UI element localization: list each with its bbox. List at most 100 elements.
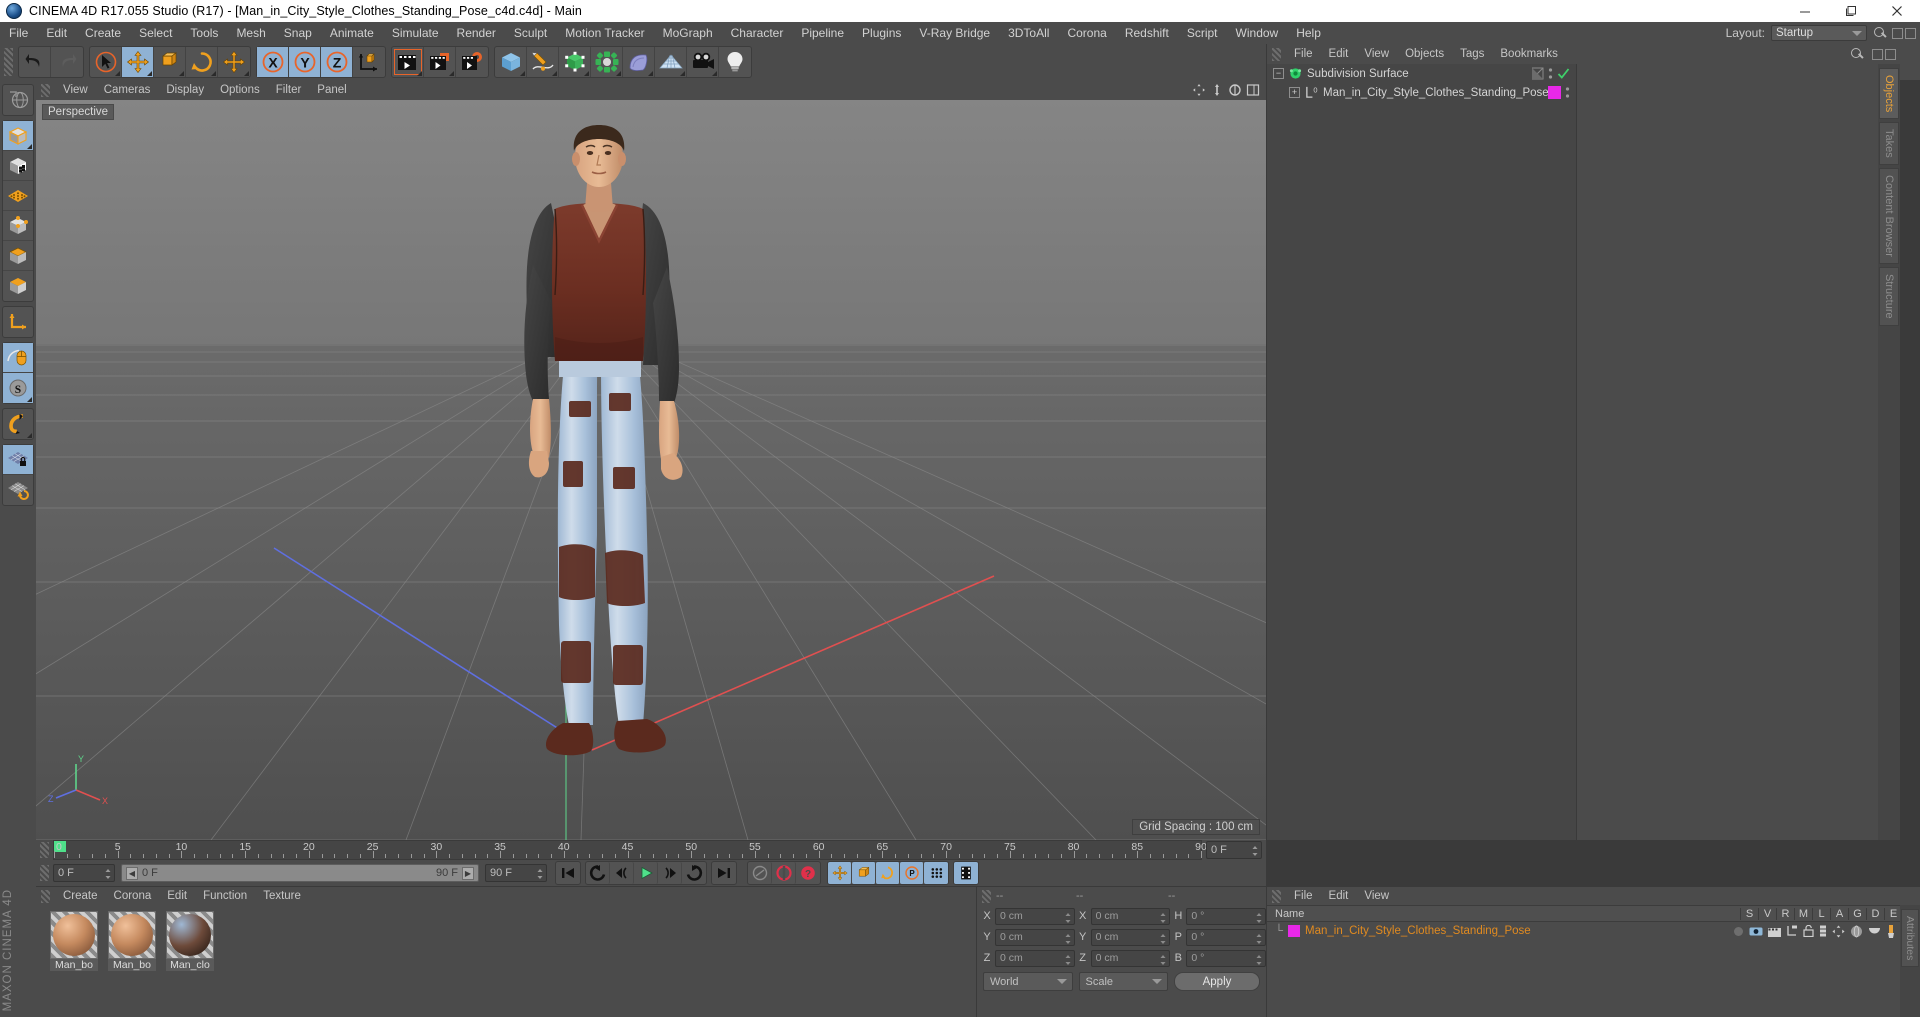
next-keyframe-button[interactable]: [682, 862, 706, 884]
viewport-menu-grip[interactable]: [41, 83, 50, 97]
menu-item-snap[interactable]: Snap: [275, 22, 321, 44]
viewport-menu-display[interactable]: Display: [158, 84, 212, 96]
dolly-view-icon[interactable]: [1210, 83, 1224, 97]
size-input[interactable]: 0 cm: [1090, 928, 1171, 946]
lock-workplane-button[interactable]: [3, 445, 33, 475]
search-icon[interactable]: [1849, 46, 1865, 62]
object-tags[interactable]: [1548, 86, 1570, 100]
preview-end-input[interactable]: 90 F: [485, 864, 547, 882]
render-to-picture-viewer-button[interactable]: [424, 47, 456, 77]
tab-structure[interactable]: Structure: [1879, 266, 1899, 326]
menu-item-tools[interactable]: Tools: [181, 22, 227, 44]
pan-view-icon[interactable]: [1192, 83, 1206, 97]
maximize-view-icon[interactable]: [1246, 83, 1260, 97]
material-swatch[interactable]: [50, 911, 98, 959]
viewport-menu-view[interactable]: View: [55, 84, 96, 96]
rotation-input[interactable]: 0 °: [1186, 928, 1267, 946]
menu-item-motion-tracker[interactable]: Motion Tracker: [556, 22, 653, 44]
scale-key-button[interactable]: [852, 862, 876, 884]
material-item[interactable]: Man_clo: [166, 911, 218, 1013]
redo-button[interactable]: [51, 47, 83, 77]
object-tree[interactable]: − Subdivision Surface + 0 Man_in_City_St…: [1267, 64, 1577, 840]
render-clapper-icon[interactable]: [1768, 926, 1781, 937]
menu-item-plugins[interactable]: Plugins: [853, 22, 910, 44]
add-camera-button[interactable]: [687, 47, 719, 77]
snap-settings-button[interactable]: S: [3, 373, 33, 403]
menu-item-mesh[interactable]: Mesh: [227, 22, 274, 44]
column-S[interactable]: S: [1740, 907, 1758, 920]
material-item[interactable]: Man_bo: [108, 911, 160, 1013]
menu-item-window[interactable]: Window: [1227, 22, 1288, 44]
magnet-tool-button[interactable]: [3, 409, 33, 439]
render-settings-button[interactable]: [456, 47, 488, 77]
axis-move-icon[interactable]: [1832, 924, 1845, 938]
move-tool-secondary[interactable]: [218, 47, 250, 77]
expand-toggle-icon[interactable]: −: [1273, 68, 1284, 79]
layers-icon[interactable]: [1819, 925, 1827, 937]
material-swatch[interactable]: [166, 911, 214, 959]
object-menu-tags[interactable]: Tags: [1452, 48, 1492, 60]
material-tag-swatch[interactable]: [1548, 86, 1561, 99]
search-icon[interactable]: [1872, 25, 1888, 41]
structure-icon[interactable]: [1786, 925, 1798, 937]
menu-item-edit[interactable]: Edit: [37, 22, 76, 44]
edges-mode-button[interactable]: [3, 211, 33, 241]
material-tag-swatch[interactable]: [1288, 925, 1300, 937]
tab-takes[interactable]: Takes: [1879, 122, 1899, 166]
menu-item-redshift[interactable]: Redshift: [1116, 22, 1178, 44]
object-menu-file[interactable]: File: [1286, 48, 1321, 60]
previous-keyframe-button[interactable]: [586, 862, 610, 884]
position-input[interactable]: 0 cm: [995, 907, 1075, 925]
rotation-input[interactable]: 0 °: [1186, 949, 1267, 967]
lock-y-axis-button[interactable]: Y: [289, 47, 321, 77]
keyframe-selection-button[interactable]: ?: [796, 862, 820, 884]
menu-item-corona[interactable]: Corona: [1058, 22, 1115, 44]
expand-toggle-icon[interactable]: +: [1289, 87, 1300, 98]
material-menu-function[interactable]: Function: [195, 890, 255, 902]
timeline-end-field[interactable]: 0 F: [1206, 841, 1262, 859]
menu-item-3dtoall[interactable]: 3DToAll: [999, 22, 1058, 44]
tab-content-browser[interactable]: Content Browser: [1879, 168, 1899, 264]
add-array-button[interactable]: [591, 47, 623, 77]
add-light-button[interactable]: [719, 47, 751, 77]
menu-item-character[interactable]: Character: [722, 22, 793, 44]
object-menu-objects[interactable]: Objects: [1397, 48, 1452, 60]
editor-dots-icon[interactable]: [1548, 67, 1553, 81]
lock-z-axis-button[interactable]: Z: [321, 47, 353, 77]
step-forward-button[interactable]: [658, 862, 682, 884]
cup-icon[interactable]: [1868, 926, 1881, 937]
size-input[interactable]: 0 cm: [1090, 949, 1171, 967]
record-active-objects-button[interactable]: [772, 862, 796, 884]
rotation-key-button[interactable]: [876, 862, 900, 884]
points-mode-button[interactable]: [3, 181, 33, 211]
viewport-3d[interactable]: Y X Z Perspective Grid Spacing: 100 cm: [36, 100, 1266, 840]
material-list[interactable]: Man_bo Man_bo Man_clo: [46, 907, 976, 1017]
attribute-manager-grip[interactable]: [1272, 889, 1281, 903]
add-environment-button[interactable]: [655, 47, 687, 77]
rotate-tool[interactable]: [186, 47, 218, 77]
timeline-grip[interactable]: [40, 842, 49, 858]
render-view-button[interactable]: [392, 47, 424, 77]
menu-item-help[interactable]: Help: [1287, 22, 1330, 44]
live-selection-tool[interactable]: [90, 47, 122, 77]
add-deformer-button[interactable]: [623, 47, 655, 77]
viewport-menu-options[interactable]: Options: [212, 84, 268, 96]
tab-attributes[interactable]: Attributes: [1901, 909, 1919, 968]
material-item[interactable]: Man_bo: [50, 911, 102, 1013]
maximize-button[interactable]: [1828, 0, 1874, 22]
material-menu-grip[interactable]: [41, 889, 50, 903]
column-D[interactable]: D: [1866, 907, 1884, 920]
object-menu-bookmarks[interactable]: Bookmarks: [1492, 48, 1566, 60]
model-mode-button[interactable]: [3, 121, 33, 151]
rotation-input[interactable]: 0 °: [1186, 907, 1267, 925]
coordinates-grip[interactable]: [982, 889, 991, 903]
material-menu-edit[interactable]: Edit: [159, 890, 195, 902]
object-axis-button[interactable]: [3, 271, 33, 301]
attr-menu-view[interactable]: View: [1356, 890, 1397, 902]
column-V[interactable]: V: [1758, 907, 1776, 920]
dot-icon[interactable]: [1733, 926, 1744, 937]
attr-menu-edit[interactable]: Edit: [1321, 890, 1357, 902]
material-menu-texture[interactable]: Texture: [255, 890, 309, 902]
go-to-start-button[interactable]: [556, 862, 580, 884]
timeline-track[interactable]: 0 5 10 15 20 25 30 35 40 45 50 55 60 65 70 75 80 85 90: [53, 840, 1207, 860]
